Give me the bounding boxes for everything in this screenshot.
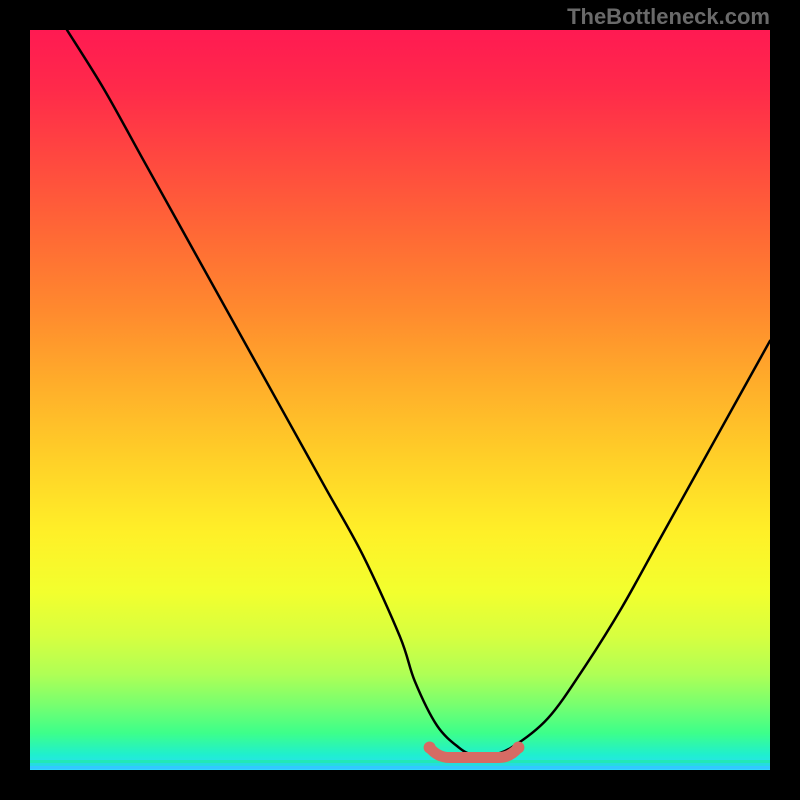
watermark-text: TheBottleneck.com (567, 4, 770, 30)
chart-container: TheBottleneck.com (0, 0, 800, 800)
bottleneck-curve-path (67, 30, 770, 756)
flat-region-path (430, 748, 519, 758)
flat-region-end-right (512, 742, 524, 754)
curve-layer (30, 30, 770, 770)
flat-region-end-left (424, 742, 436, 754)
